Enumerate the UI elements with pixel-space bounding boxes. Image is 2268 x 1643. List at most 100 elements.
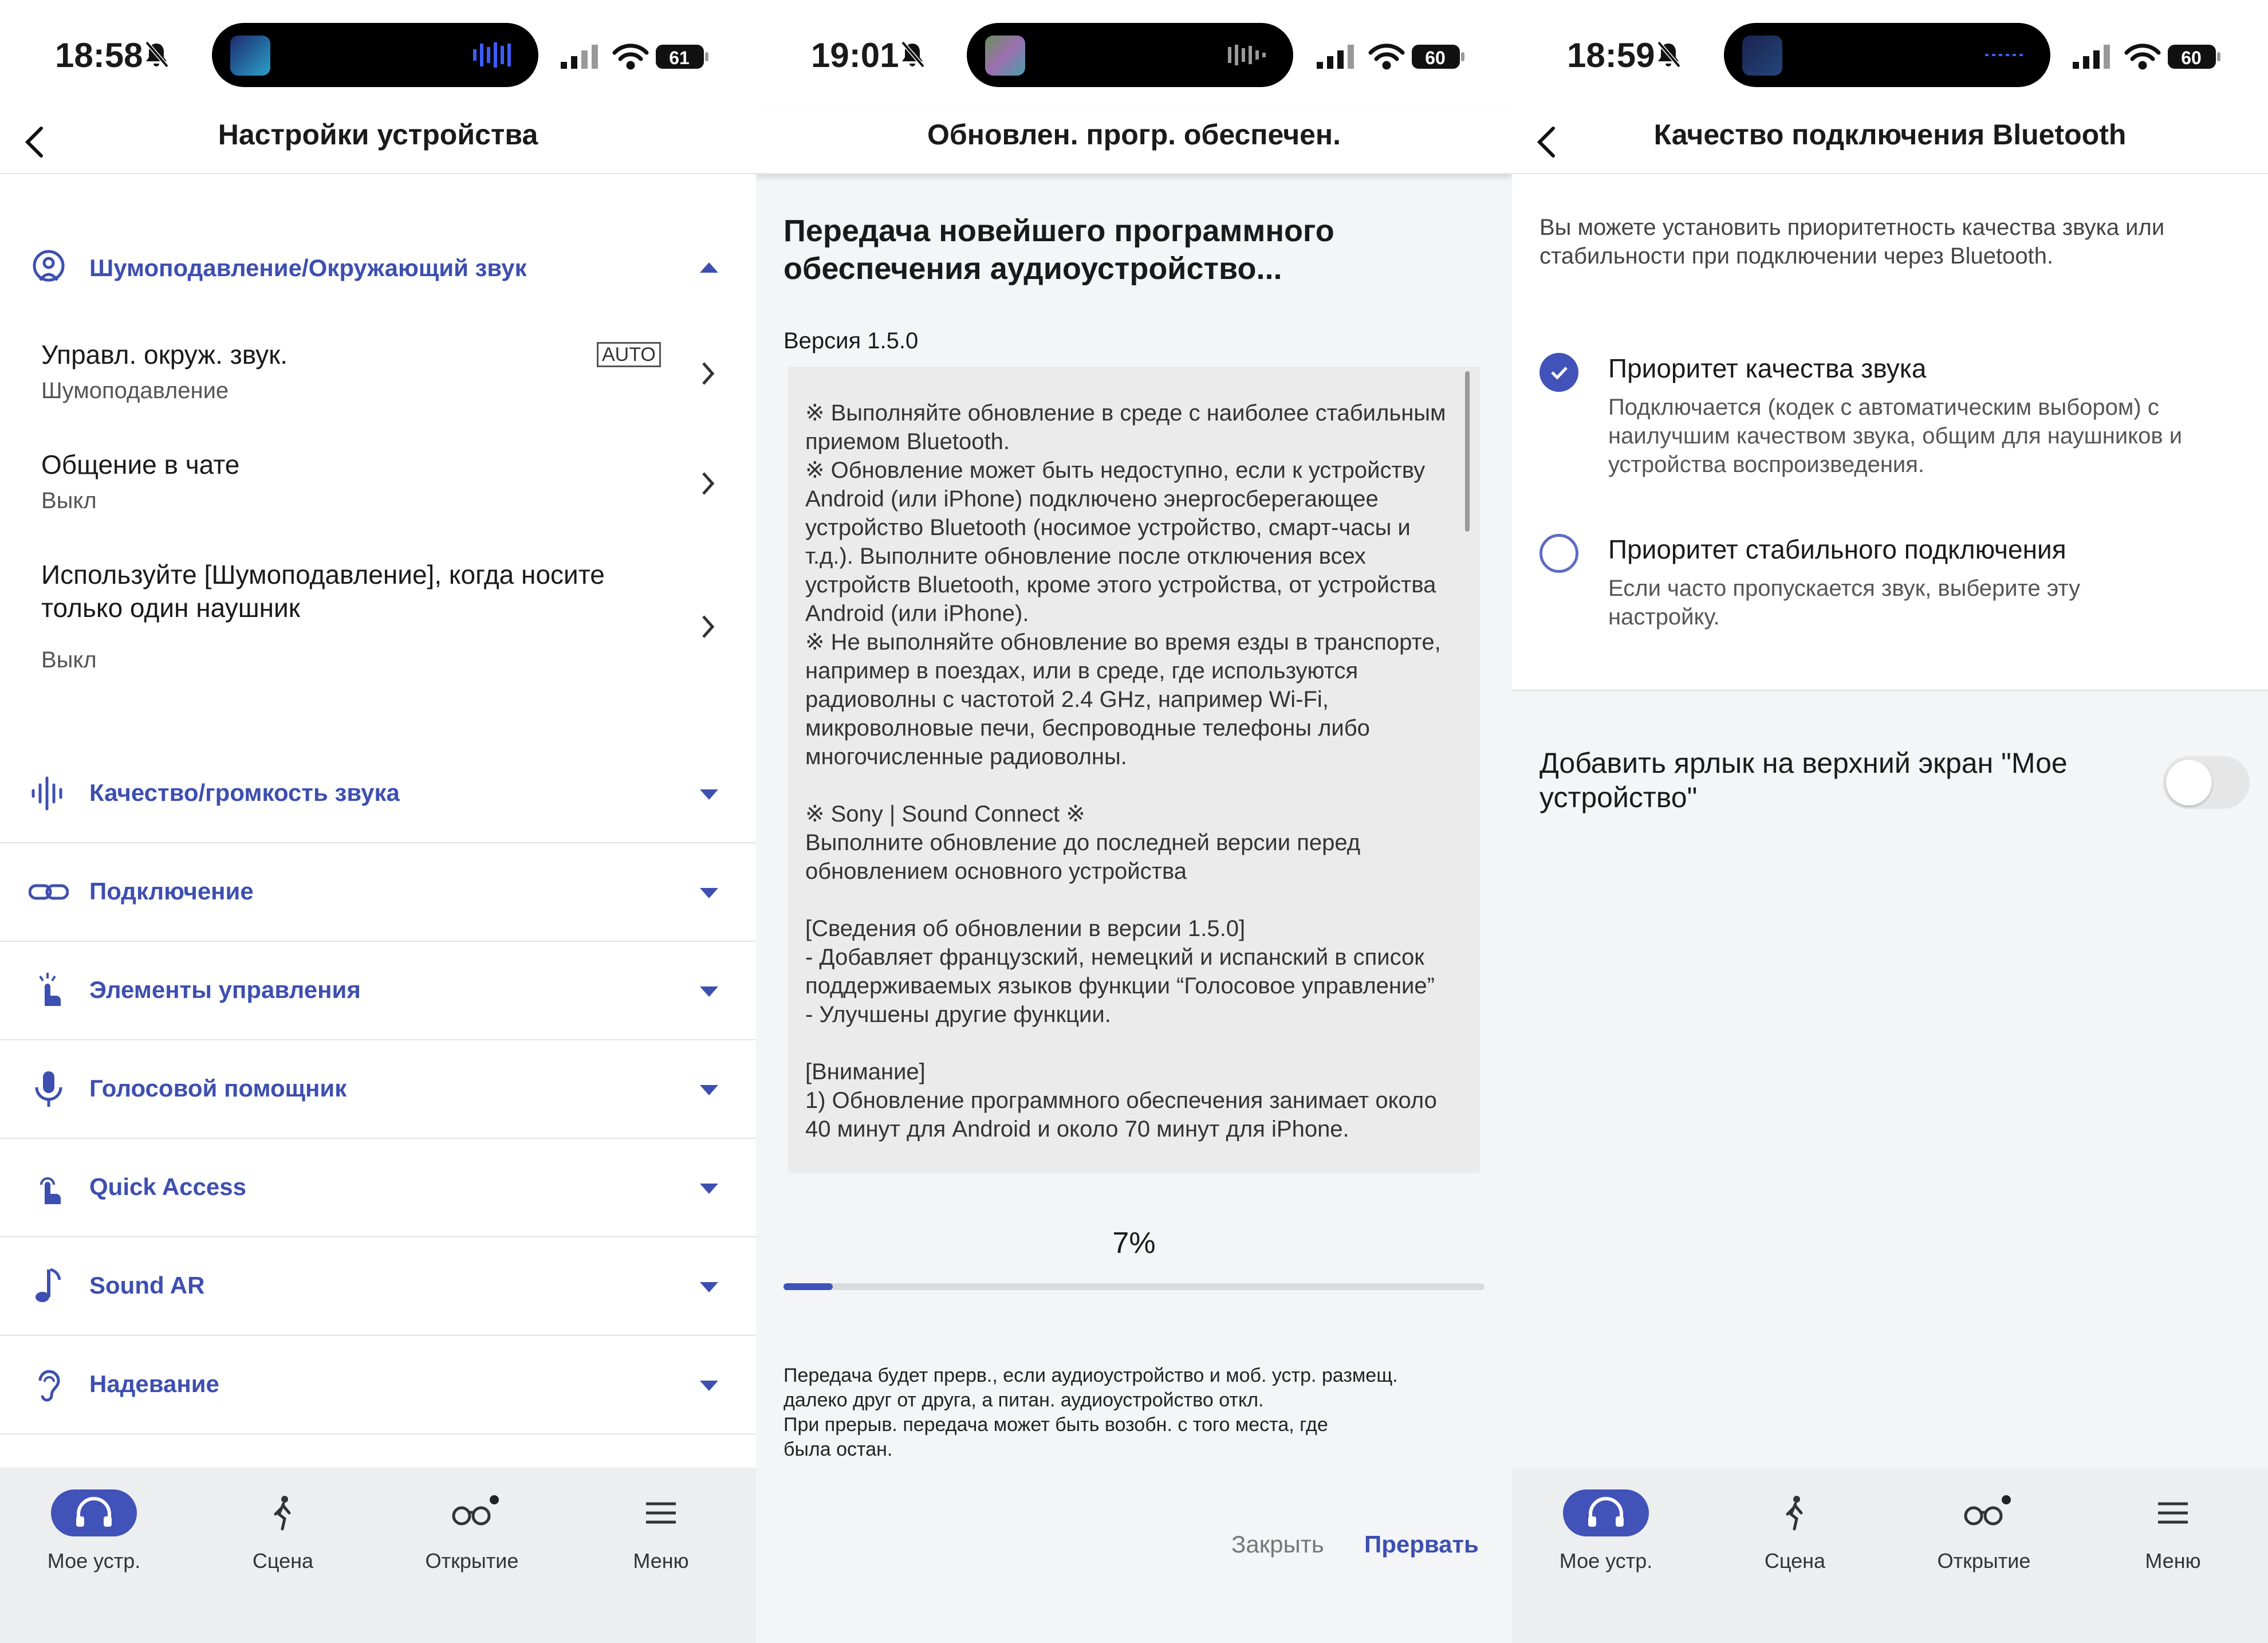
- close-button[interactable]: Закрыть: [1231, 1531, 1324, 1558]
- row-title: Используйте [Шумоподавление], когда носи…: [41, 560, 605, 623]
- status-icons: 61: [561, 44, 708, 70]
- top-bar: Обновлен. прогр. обеспечен.: [756, 109, 1512, 174]
- wifi-icon: [612, 44, 649, 70]
- caret-down-icon: [700, 888, 718, 898]
- cellular-icon: [561, 45, 598, 69]
- nav-menu[interactable]: Меню: [2087, 1489, 2259, 1573]
- category-label: Качество/громкость звука: [89, 779, 400, 806]
- category-controls[interactable]: Элементы управления: [0, 942, 756, 1040]
- dynamic-island: [1724, 23, 2050, 87]
- row-subtitle: Выкл: [41, 647, 97, 673]
- divider: [1512, 690, 2268, 691]
- album-art-icon: [985, 36, 1025, 76]
- firmware-update-screen: 19:01 60 Обновлен. прогр. обеспечен. Пер…: [756, 0, 1512, 1643]
- dynamic-island: [212, 23, 538, 87]
- nav-discover[interactable]: Открытие: [1898, 1489, 2070, 1573]
- option-title: Приоритет стабильного подключения: [1608, 534, 2066, 564]
- category-voice-assistant[interactable]: Голосовой помощник: [0, 1040, 756, 1139]
- svg-text:60: 60: [2181, 48, 2202, 68]
- progress-percent: 7%: [1112, 1227, 1156, 1260]
- ear-icon: [29, 1365, 69, 1405]
- headphones-icon: [1563, 1489, 1649, 1536]
- bell-muted-icon: [145, 41, 169, 68]
- wifi-icon: [1368, 44, 1405, 70]
- person-ambient-icon: [29, 249, 69, 289]
- status-icons: 60: [2073, 44, 2220, 70]
- category-sound-quality[interactable]: Качество/громкость звука: [0, 745, 756, 843]
- category-wearing[interactable]: Надевание: [0, 1336, 756, 1434]
- nav-scene[interactable]: Сцена: [1709, 1489, 1881, 1573]
- bell-muted-icon: [901, 41, 925, 68]
- nav-label: Открытие: [1937, 1549, 2031, 1573]
- wifi-icon: [2124, 44, 2161, 70]
- bottom-nav: Мое устр. Сцена Открытие Меню: [1512, 1468, 2268, 1643]
- category-quick-access[interactable]: Quick Access: [0, 1139, 756, 1237]
- link-icon: [29, 872, 69, 912]
- walking-icon: [240, 1489, 326, 1536]
- chevron-right-icon: [702, 615, 715, 638]
- transfer-heading: Передача новейшего программного обеспече…: [783, 214, 1334, 286]
- album-art-icon: [1742, 36, 1782, 76]
- category-sound-ar[interactable]: Sound AR: [0, 1237, 756, 1336]
- audio-wave-icon: [1985, 54, 2023, 56]
- svg-text:60: 60: [1425, 48, 1446, 68]
- nav-menu[interactable]: Меню: [575, 1489, 747, 1573]
- nav-label: Меню: [633, 1549, 689, 1573]
- dynamic-island: [967, 23, 1293, 87]
- auto-badge: AUTO: [597, 342, 661, 367]
- release-notes-box[interactable]: ※ Выполняйте обновление в среде с наибол…: [788, 367, 1480, 1173]
- nav-label: Сцена: [252, 1549, 314, 1573]
- release-notes-text: ※ Выполняйте обновление в среде с наибол…: [805, 400, 1446, 1142]
- nav-discover[interactable]: Открытие: [386, 1489, 558, 1573]
- scrollbar[interactable]: [1465, 371, 1470, 532]
- bell-muted-icon: [1657, 41, 1681, 68]
- caret-up-icon[interactable]: [700, 262, 718, 273]
- binoculars-icon: [429, 1489, 515, 1536]
- bottom-nav: Мое устр. Сцена Открытие Меню: [0, 1468, 756, 1643]
- category-noise-cancel[interactable]: Шумоподавление/Окружающий звук: [89, 254, 527, 282]
- radio-checked-icon[interactable]: [1539, 353, 1578, 392]
- nav-label: Меню: [2145, 1549, 2201, 1573]
- shortcut-toggle[interactable]: [2163, 756, 2250, 809]
- nav-label: Сцена: [1764, 1549, 1826, 1573]
- status-bar: 18:59 60: [1512, 0, 2268, 109]
- category-connection[interactable]: Подключение: [0, 843, 756, 942]
- radio-unchecked-icon[interactable]: [1539, 534, 1578, 573]
- album-art-icon: [230, 36, 270, 76]
- audio-wave-icon: [473, 42, 511, 68]
- audio-wave-icon: [1228, 45, 1266, 65]
- binoculars-icon: [1941, 1489, 2027, 1536]
- cellular-icon: [1317, 45, 1354, 69]
- category-label: Надевание: [89, 1370, 219, 1397]
- noise-cancel-section: Шумоподавление/Окружающий звук Управл. о…: [0, 174, 756, 747]
- caret-down-icon: [700, 1381, 718, 1391]
- battery-icon: 61: [656, 45, 708, 69]
- hamburger-icon: [2130, 1489, 2216, 1536]
- abort-button[interactable]: Прервать: [1364, 1531, 1479, 1558]
- touch-icon: [29, 970, 69, 1011]
- transfer-warning: Передача будет прерв., если аудиоустройс…: [783, 1365, 1398, 1460]
- top-bar: Настройки устройства: [0, 109, 756, 174]
- caret-down-icon: [700, 986, 718, 997]
- toggle-knob: [2166, 760, 2212, 805]
- progress-fill: [783, 1283, 833, 1290]
- device-settings-screen: 18:58 61 Настройки устройства Шумоподавл…: [0, 0, 756, 1643]
- nav-label: Мое устр.: [47, 1549, 141, 1573]
- status-bar: 19:01 60: [756, 0, 1512, 109]
- chevron-right-icon: [702, 362, 715, 385]
- row-subtitle: Выкл: [41, 488, 97, 513]
- bluetooth-quality-screen: 18:59 60 Качество подключения Bluetooth …: [1512, 0, 2268, 1643]
- category-label: Sound AR: [89, 1272, 205, 1299]
- status-time: 18:59: [1567, 36, 1655, 74]
- category-label: Элементы управления: [89, 976, 361, 1003]
- sound-wave-icon: [29, 773, 69, 813]
- hamburger-icon: [618, 1489, 704, 1536]
- nav-scene[interactable]: Сцена: [197, 1489, 369, 1573]
- option-title: Приоритет качества звука: [1608, 353, 1927, 383]
- page-title: Обновлен. прогр. обеспечен.: [927, 119, 1341, 151]
- nav-my-device[interactable]: Мое устр.: [1520, 1489, 1692, 1573]
- nav-my-device[interactable]: Мое устр.: [8, 1489, 180, 1573]
- status-time: 18:58: [55, 36, 143, 74]
- category-label: Голосовой помощник: [89, 1075, 347, 1102]
- category-label: Подключение: [89, 878, 254, 905]
